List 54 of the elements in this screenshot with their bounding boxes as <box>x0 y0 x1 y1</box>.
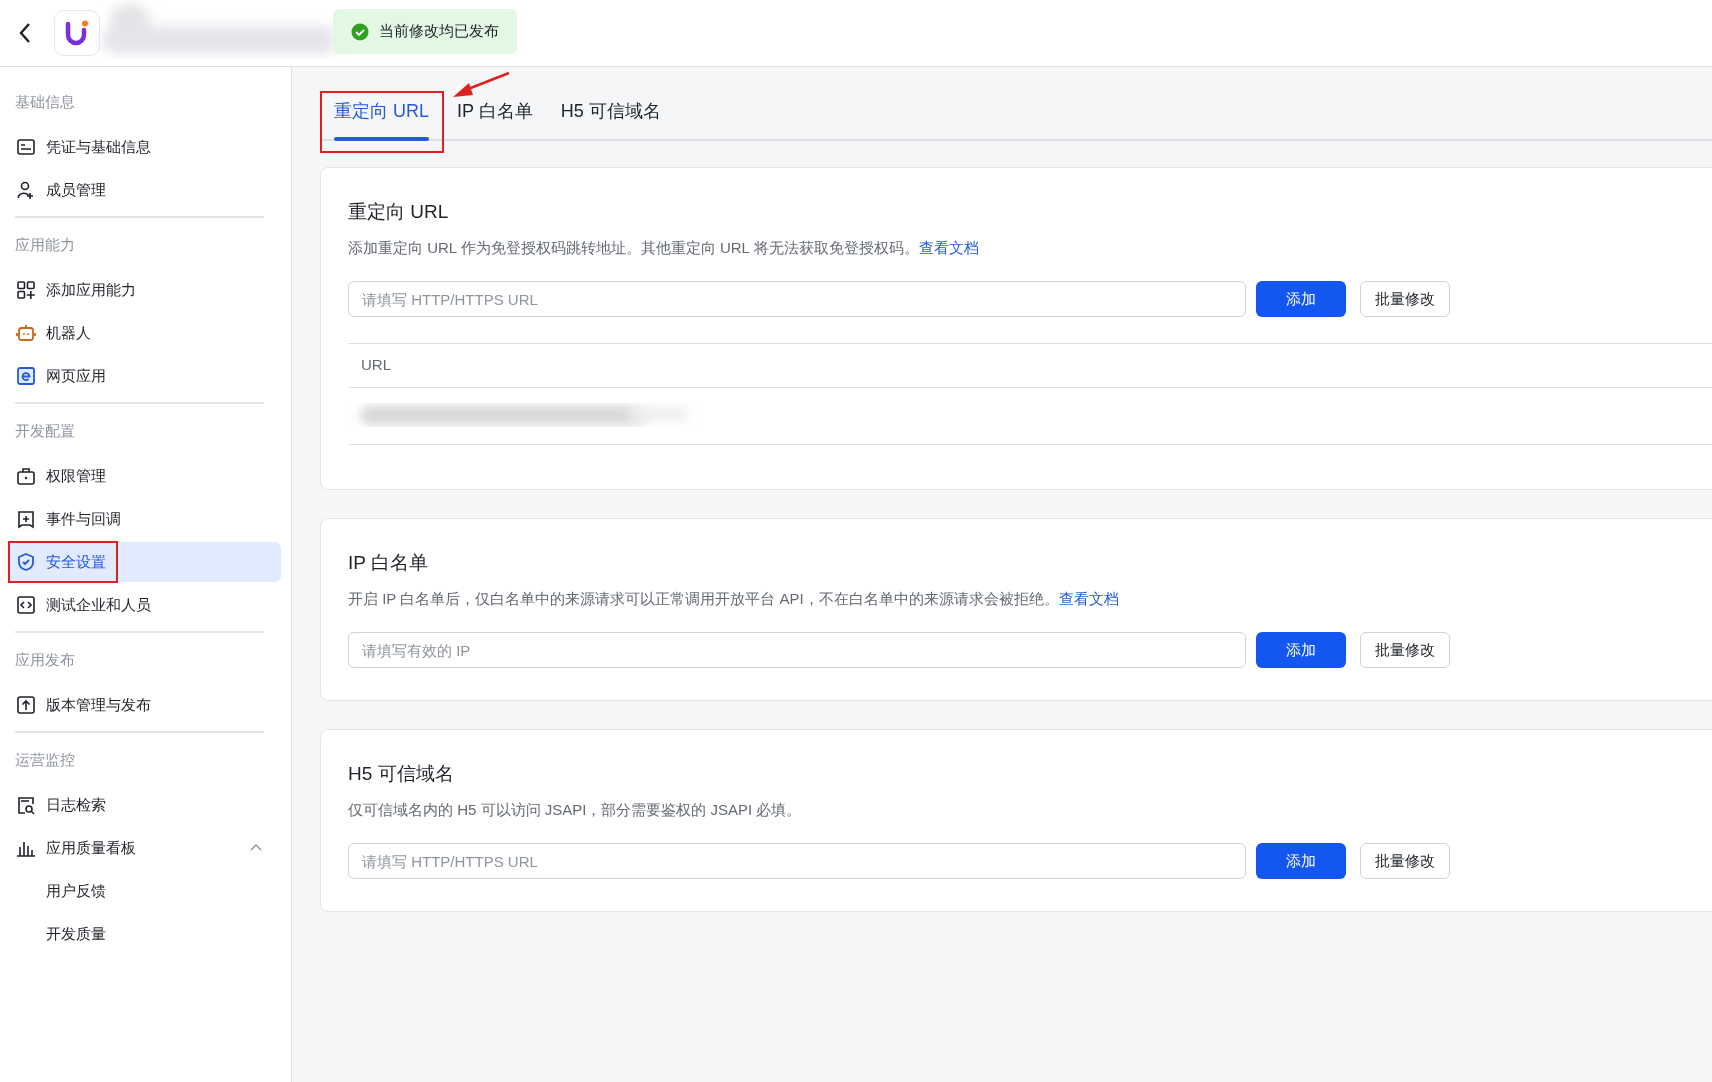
doc-link[interactable]: 查看文档 <box>918 238 979 256</box>
sidebar-item[interactable]: 版本管理与发布 <box>8 685 281 725</box>
card-description: 开启 IP 白名单后，仅白名单中的来源请求可以正常调用开放平台 API，不在白名单中的来源请求会被拒绝。查看文档 <box>348 588 1120 609</box>
sidebar-item[interactable]: 网页应用 <box>8 356 281 396</box>
sidebar-item[interactable]: 应用质量看板 <box>8 828 281 868</box>
robot-icon <box>16 323 36 343</box>
sidebar-item[interactable]: 用户反馈 <box>8 871 281 911</box>
log-search-icon <box>16 795 36 815</box>
user-plus-icon <box>16 180 36 200</box>
sidebar-item[interactable]: 安全设置 <box>8 542 281 582</box>
input-field[interactable]: 请填写有效的 IP <box>348 632 1246 668</box>
input-field[interactable]: 请填写 HTTP/HTTPS URL <box>348 843 1246 879</box>
add-button[interactable]: 添加 <box>1256 843 1346 879</box>
toast-text: 当前修改均已发布 <box>379 21 499 42</box>
section-label: 基础信息 <box>14 92 76 113</box>
tab[interactable]: H5 可信域名 <box>546 83 675 139</box>
back-icon[interactable] <box>18 22 32 44</box>
sidebar-item[interactable]: 添加应用能力 <box>8 270 281 310</box>
shield-check-icon <box>16 552 36 572</box>
upload-icon <box>16 695 36 715</box>
input-field[interactable]: 请填写 HTTP/HTTPS URL <box>348 281 1246 317</box>
add-button[interactable]: 添加 <box>1256 281 1346 317</box>
section-label: 开发配置 <box>14 421 76 442</box>
doc-link[interactable]: 查看文档 <box>1058 589 1119 607</box>
sidebar-item[interactable]: 机器人 <box>8 313 281 353</box>
check-circle-icon <box>351 22 369 41</box>
sidebar-item[interactable]: 测试企业和人员 <box>8 585 281 625</box>
section-label: 应用发布 <box>14 650 76 671</box>
section-label: 运营监控 <box>14 750 76 771</box>
id-card-icon <box>16 137 36 157</box>
card-description: 添加重定向 URL 作为免登授权码跳转地址。其他重定向 URL 将无法获取免登授权码。查看文档 <box>348 237 980 258</box>
tab[interactable]: IP 白名单 <box>443 83 547 139</box>
card-title: H5 可信域名 <box>348 762 455 786</box>
sidebar-item[interactable]: 成员管理 <box>8 170 281 210</box>
bulk-edit-button[interactable]: 批量修改 <box>1360 843 1450 879</box>
briefcase-icon <box>16 466 36 486</box>
card-description: 仅可信域名内的 H5 可以访问 JSAPI，部分需要鉴权的 JSAPI 必填。 <box>348 799 803 820</box>
bulk-edit-button[interactable]: 批量修改 <box>1360 632 1450 668</box>
bulk-edit-button[interactable]: 批量修改 <box>1360 281 1450 317</box>
sidebar-item[interactable]: 事件与回调 <box>8 499 281 539</box>
column-header: URL <box>361 355 391 376</box>
card-title: IP 白名单 <box>348 551 429 575</box>
code-icon <box>16 595 36 615</box>
tab[interactable]: 重定向 URL <box>320 83 443 139</box>
sidebar-item[interactable]: 凭证与基础信息 <box>8 127 281 167</box>
web-page-icon <box>16 366 36 386</box>
sidebar-item[interactable]: 权限管理 <box>8 456 281 496</box>
add-button[interactable]: 添加 <box>1256 632 1346 668</box>
grid-plus-icon <box>16 280 36 300</box>
sidebar-item[interactable]: 开发质量 <box>8 914 281 954</box>
app-logo <box>54 10 100 56</box>
sidebar-item[interactable]: 日志检索 <box>8 785 281 825</box>
section-label: 应用能力 <box>14 235 76 256</box>
card-title: 重定向 URL <box>348 200 450 224</box>
